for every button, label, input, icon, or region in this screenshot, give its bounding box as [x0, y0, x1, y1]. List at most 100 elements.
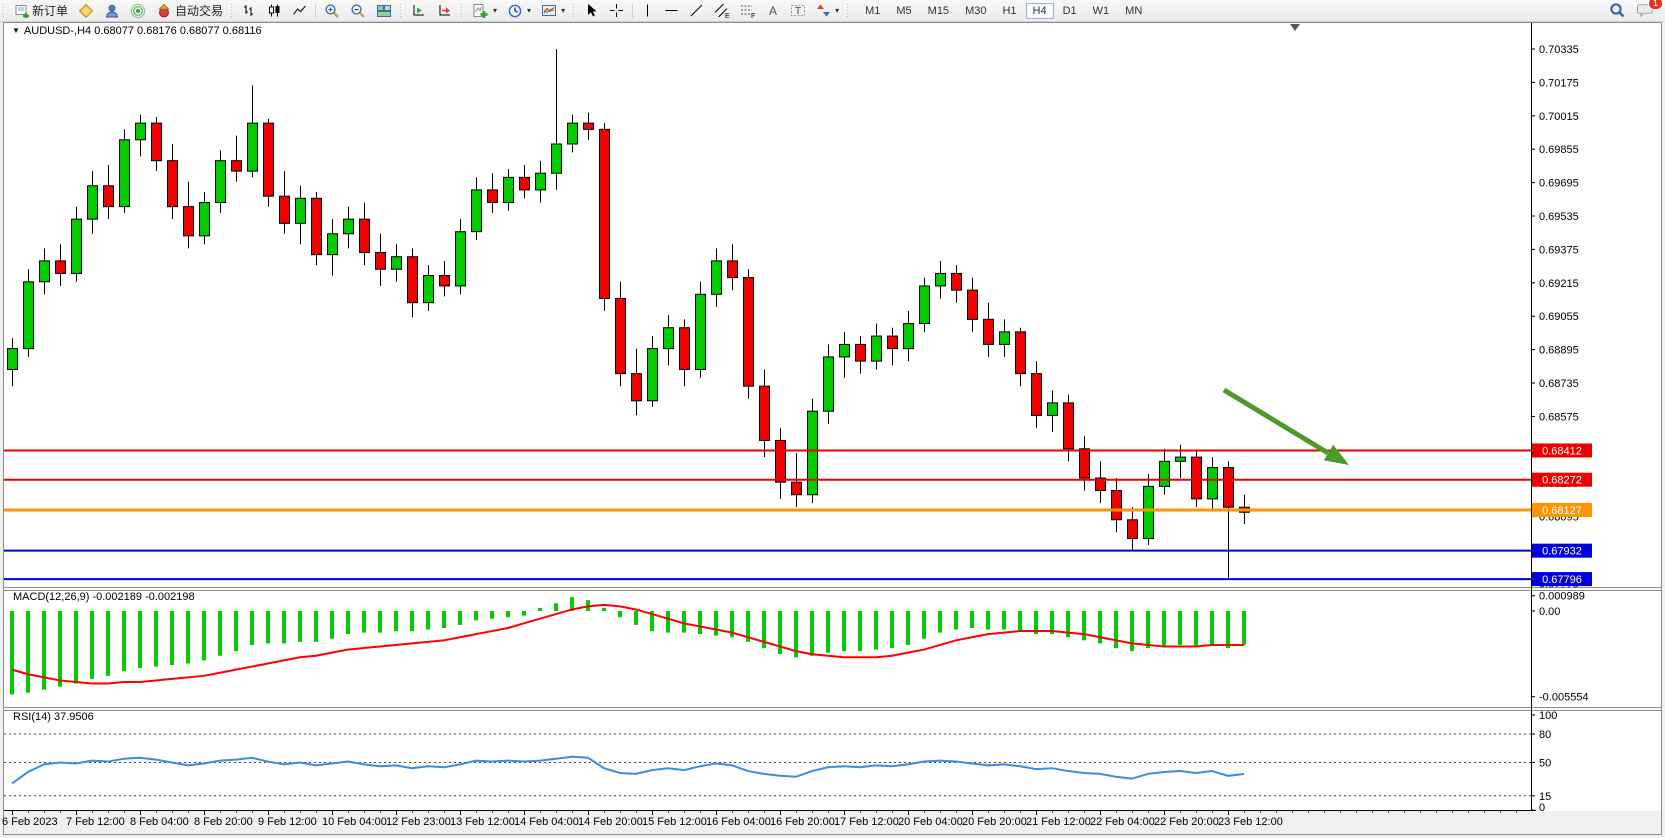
timeframe-H4-button[interactable]: H4 — [1026, 3, 1054, 19]
chart-shift-icon — [437, 3, 453, 19]
candle-bullish — [904, 324, 914, 349]
community-button[interactable] — [99, 0, 125, 21]
metaeditor-diamond-icon — [78, 3, 94, 19]
timeframe-D1-button[interactable]: D1 — [1056, 3, 1084, 19]
auto-scroll-button[interactable] — [406, 0, 432, 21]
time-tick-label: 22 Feb 04:00 — [1090, 816, 1155, 828]
candle-bearish — [440, 276, 450, 286]
text-tool-button[interactable]: A — [761, 0, 785, 21]
time-tick-label: 6 Feb 2023 — [2, 816, 58, 828]
metaeditor-button[interactable] — [73, 0, 99, 21]
zoom-out-button[interactable] — [345, 0, 371, 21]
toolbar: 新订单 自动交易 — [0, 0, 1665, 22]
chart-shift-button[interactable] — [432, 0, 458, 21]
vertical-line-tool-button[interactable] — [636, 0, 659, 21]
candle-bearish — [152, 123, 162, 161]
chart-canvas[interactable]: 0.703350.701750.700150.698550.696950.695… — [0, 0, 1665, 838]
candle-bullish — [120, 140, 130, 207]
horizontal-line-tool-button[interactable] — [659, 0, 684, 21]
timeframe-M5-button[interactable]: M5 — [889, 3, 918, 19]
rsi-axis-label: 0 — [1539, 802, 1545, 814]
fibonacci-tool-button[interactable]: F — [735, 0, 761, 21]
zoom-in-button[interactable] — [319, 0, 345, 21]
line-chart-mode-button[interactable] — [287, 0, 312, 21]
trendline-icon — [689, 3, 704, 18]
indicators-button[interactable]: ▾ — [467, 0, 502, 21]
price-tick-label: 0.69055 — [1539, 311, 1579, 323]
arrows-tool-button[interactable]: ▾ — [811, 0, 844, 21]
candle-bullish — [552, 144, 562, 173]
tile-windows-button[interactable] — [371, 0, 397, 21]
candle-bearish — [264, 123, 274, 196]
timeframe-MN-button[interactable]: MN — [1118, 3, 1149, 19]
price-line-label: 0.68272 — [1542, 475, 1582, 487]
candle-bullish — [568, 123, 578, 144]
candle-bearish — [1128, 520, 1138, 539]
candle-bullish — [40, 261, 50, 282]
candle-bearish — [360, 219, 370, 252]
time-tick-label: 16 Feb 04:00 — [706, 816, 771, 828]
crosshair-tool-button[interactable] — [604, 0, 629, 21]
candle-bullish — [536, 173, 546, 190]
vertical-line-icon — [641, 3, 654, 18]
timeframe-M1-button[interactable]: M1 — [858, 3, 887, 19]
candle-bullish — [392, 257, 402, 270]
equidistant-channel-tool-button[interactable]: E — [709, 0, 735, 21]
search-button[interactable] — [1604, 0, 1631, 21]
candle-bullish — [920, 286, 930, 324]
trendline-tool-button[interactable] — [684, 0, 709, 21]
toolbar-separator — [315, 4, 316, 18]
price-tick-label: 0.69535 — [1539, 211, 1579, 223]
toolbar-grip — [571, 4, 578, 18]
candle-bullish — [1000, 332, 1010, 345]
text-label-icon: T — [790, 3, 806, 18]
timeframe-M15-button[interactable]: M15 — [921, 3, 956, 19]
notification-badge: 1 — [1648, 0, 1663, 10]
timeframe-H1-button[interactable]: H1 — [995, 3, 1023, 19]
candle-bullish — [1176, 457, 1186, 461]
candle-bearish — [1192, 457, 1202, 499]
candle-bearish — [184, 207, 194, 236]
text-label-tool-button[interactable]: T — [785, 0, 811, 21]
candle-bearish — [776, 440, 786, 482]
candle-bearish — [792, 482, 802, 495]
svg-text:A: A — [769, 4, 777, 18]
svg-text:T: T — [795, 6, 801, 17]
timeframe-W1-button[interactable]: W1 — [1086, 3, 1117, 19]
candle-bearish — [952, 273, 962, 290]
template-icon — [541, 3, 557, 19]
price-tick-label: 0.70175 — [1539, 77, 1579, 89]
candle-bearish — [744, 278, 754, 387]
dropdown-caret: ▾ — [835, 6, 839, 15]
candle-bearish — [984, 319, 994, 344]
price-line-label: 0.67932 — [1542, 546, 1582, 558]
timeframe-M30-button[interactable]: M30 — [958, 3, 993, 19]
candle-bullish — [8, 349, 18, 370]
candle-bearish — [1032, 374, 1042, 416]
trading-terminal: 新订单 自动交易 — [0, 0, 1665, 838]
time-tick-label: 8 Feb 20:00 — [194, 816, 253, 828]
new-order-icon — [14, 3, 29, 18]
chat-button[interactable]: 1 — [1631, 0, 1659, 21]
chart-collapse-icon[interactable]: ▼ — [12, 26, 20, 35]
candle-bearish — [56, 261, 66, 274]
candlestick-mode-button[interactable] — [262, 0, 287, 21]
auto-trading-label: 自动交易 — [175, 2, 223, 19]
bar-chart-mode-button[interactable] — [237, 0, 262, 21]
new-order-button[interactable]: 新订单 — [9, 0, 73, 21]
candle-bullish — [664, 328, 674, 349]
candle-bullish — [136, 123, 146, 140]
cursor-tool-button[interactable] — [579, 0, 604, 21]
rsi-axis-label: 80 — [1539, 729, 1551, 741]
time-tick-label: 10 Feb 04:00 — [322, 816, 387, 828]
candle-bullish — [840, 344, 850, 357]
templates-button[interactable]: ▾ — [536, 0, 570, 21]
price-tick-label: 0.68575 — [1539, 411, 1579, 423]
price-tick-label: 0.70335 — [1539, 44, 1579, 56]
time-tick-label: 21 Feb 12:00 — [1026, 816, 1091, 828]
candle-bearish — [584, 123, 594, 129]
auto-trading-button[interactable]: 自动交易 — [151, 0, 228, 21]
signals-button[interactable] — [125, 0, 151, 21]
periods-button[interactable]: ▾ — [502, 0, 536, 21]
candle-bearish — [1224, 468, 1234, 508]
